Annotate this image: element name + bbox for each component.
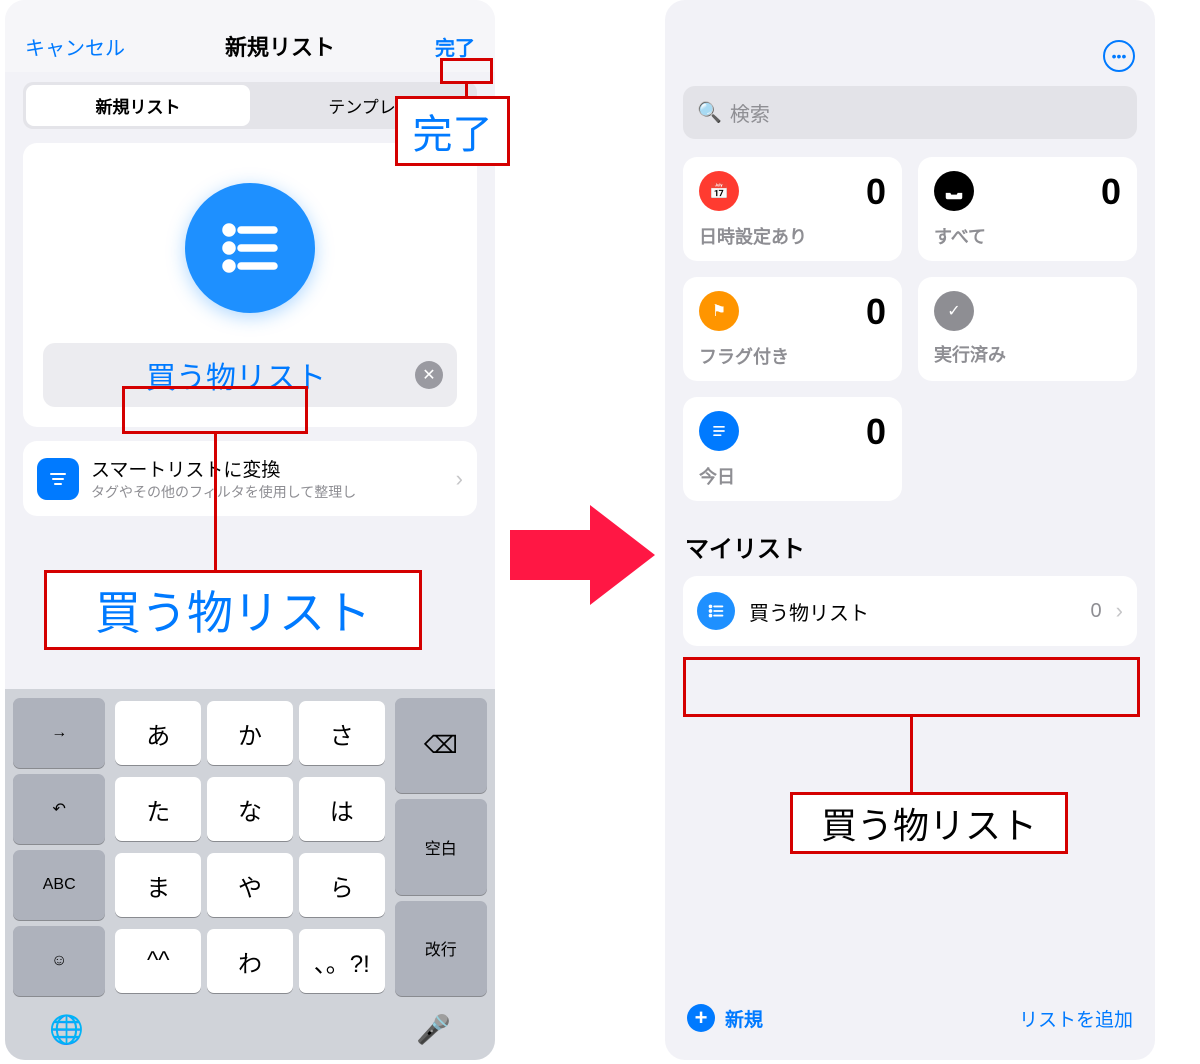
- bottom-toolbar: + 新規 リストを追加: [665, 986, 1155, 1060]
- icon-preview: [43, 163, 457, 343]
- list-name-label: 買う物リスト: [749, 597, 1077, 626]
- callout-box-list-row: [683, 657, 1140, 717]
- callout-box-done-small: [440, 58, 493, 84]
- jp-keyboard[interactable]: → ↶ ABC ☺ あかさ たなは まやら ^^わ、。?! ⌫ 空白 改行 🌐 …: [5, 689, 495, 1060]
- callout-box-name-big: 買う物リスト: [44, 570, 422, 650]
- new-reminder-button[interactable]: + 新規: [687, 1004, 763, 1032]
- tile-all[interactable]: 0 すべて: [918, 157, 1137, 261]
- chevron-right-icon: ›: [456, 466, 463, 492]
- list-gear-icon: [699, 411, 739, 451]
- phone-reminders-home: ••• 🔍 検索 📅0 日時設定あり 0 すべて ⚑0 フラグ付き ✓ 実行済み…: [665, 0, 1155, 1060]
- modal-header: キャンセル 新規リスト 完了: [5, 0, 495, 72]
- modal-title: 新規リスト: [225, 30, 335, 62]
- smart-list-row[interactable]: スマートリストに変換 タグやその他のフィルタを使用して整理し ›: [23, 441, 477, 516]
- tile-today[interactable]: 0 今日: [683, 397, 902, 501]
- check-icon: ✓: [934, 291, 974, 331]
- chevron-right-icon: ›: [1116, 598, 1123, 624]
- tile-scheduled[interactable]: 📅0 日時設定あり: [683, 157, 902, 261]
- key-wa[interactable]: わ: [207, 929, 293, 993]
- key-space[interactable]: 空白: [395, 799, 487, 894]
- flag-icon: ⚑: [699, 291, 739, 331]
- key-punct[interactable]: 、。?!: [299, 929, 385, 993]
- key-ra[interactable]: ら: [299, 853, 385, 917]
- callout-connector: [465, 84, 468, 98]
- callout-box-name-input: [122, 386, 308, 434]
- add-list-button[interactable]: リストを追加: [1019, 1005, 1133, 1032]
- tile-completed[interactable]: ✓ 実行済み: [918, 277, 1137, 381]
- plus-circle-icon: +: [687, 1004, 715, 1032]
- home-header: •••: [665, 0, 1155, 82]
- calendar-icon: 📅: [699, 171, 739, 211]
- list-preview-card: 買う物リスト ✕: [23, 143, 477, 427]
- callout-box-name-right: 買う物リスト: [790, 792, 1068, 854]
- search-icon: 🔍: [697, 100, 722, 125]
- callout-connector: [214, 434, 217, 572]
- arrow-right-icon: [510, 500, 660, 610]
- list-icon-circle[interactable]: [185, 183, 315, 313]
- key-ha[interactable]: は: [299, 777, 385, 841]
- ellipsis-icon: •••: [1112, 48, 1127, 64]
- list-lines-icon: [214, 212, 286, 284]
- key-a[interactable]: あ: [115, 701, 201, 765]
- search-placeholder: 検索: [730, 98, 770, 127]
- list-count: 0: [1091, 600, 1102, 623]
- key-emoji[interactable]: ☺: [13, 926, 105, 996]
- cancel-button[interactable]: キャンセル: [25, 32, 125, 61]
- list-row-shopping[interactable]: 買う物リスト 0 ›: [683, 576, 1137, 646]
- callout-box-done-big: 完了: [395, 96, 510, 166]
- key-backspace[interactable]: ⌫: [395, 698, 487, 793]
- key-return[interactable]: 改行: [395, 901, 487, 996]
- key-arrow[interactable]: →: [13, 698, 105, 768]
- done-button[interactable]: 完了: [435, 32, 475, 61]
- key-undo[interactable]: ↶: [13, 774, 105, 844]
- list-icon: [697, 592, 735, 630]
- key-ya[interactable]: や: [207, 853, 293, 917]
- key-ma[interactable]: ま: [115, 853, 201, 917]
- my-lists-heading: マイリスト: [685, 529, 1135, 564]
- tile-grid: 📅0 日時設定あり 0 すべて ⚑0 フラグ付き ✓ 実行済み 0 今日: [665, 157, 1155, 501]
- key-sa[interactable]: さ: [299, 701, 385, 765]
- clear-text-icon[interactable]: ✕: [415, 361, 443, 389]
- key-abc[interactable]: ABC: [13, 850, 105, 920]
- tray-icon: [934, 171, 974, 211]
- globe-icon[interactable]: 🌐: [49, 1013, 84, 1046]
- tile-flagged[interactable]: ⚑0 フラグ付き: [683, 277, 902, 381]
- key-na[interactable]: な: [207, 777, 293, 841]
- key-caret[interactable]: ^^: [115, 929, 201, 993]
- filter-icon: [37, 458, 79, 500]
- more-button[interactable]: •••: [1103, 40, 1135, 72]
- search-input[interactable]: 🔍 検索: [683, 86, 1137, 139]
- callout-connector: [910, 717, 913, 793]
- mic-icon[interactable]: 🎤: [416, 1013, 451, 1046]
- smart-list-text: スマートリストに変換 タグやその他のフィルタを使用して整理し: [91, 455, 356, 502]
- key-ta[interactable]: た: [115, 777, 201, 841]
- seg-new-list[interactable]: 新規リスト: [26, 85, 250, 126]
- key-ka[interactable]: か: [207, 701, 293, 765]
